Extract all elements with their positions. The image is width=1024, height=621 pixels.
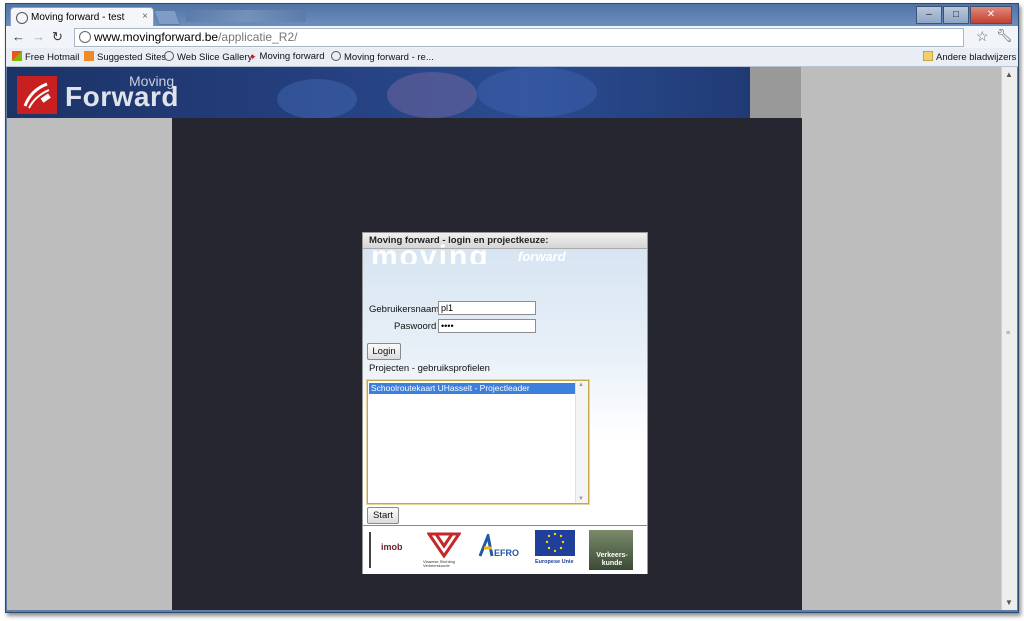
page-scrollbar[interactable]: ▲ ≡ ▼ [1001,67,1017,610]
globe-icon [331,51,341,61]
folder-icon [923,51,933,61]
browser-tab[interactable]: Moving forward - test × [10,7,154,27]
forward-icon[interactable]: → [32,29,45,44]
bookmark-moving-forward-re[interactable]: Moving forward - re... [331,51,434,63]
start-button[interactable]: Start [367,507,399,524]
header-right-block [750,67,801,118]
password-field[interactable]: •••• [438,319,536,333]
globe-icon [79,31,91,43]
header-glow [387,72,477,118]
globe-icon [16,12,28,24]
satellite-logo-icon [17,76,57,114]
login-dialog: Moving forward - login en projectkeuze: … [362,232,648,574]
eu-flag-logo: Europese Unie [535,530,577,570]
star-icon[interactable]: ☆ [976,28,989,45]
scroll-up-icon[interactable]: ▲ [578,382,584,388]
scroll-grip-icon[interactable]: ≡ [1006,330,1010,337]
satellite-icon: ✦ [249,52,257,62]
blurred-tabs [186,10,306,22]
list-item[interactable]: Schoolroutekaart UHasselt - Projectleade… [369,383,576,394]
header-glow [477,67,597,117]
browser-window: Moving forward - test × – □ ✕ ← → ↻ www.… [5,3,1019,613]
username-field[interactable]: pl1 [438,301,536,315]
maximize-icon[interactable]: □ [943,6,969,24]
title-bar: Moving forward - test × – □ ✕ [6,4,1018,27]
vsv-logo: Vlaamse Stichting Verkeerskunde [423,530,467,570]
password-label: Paswoord [394,321,437,332]
bookmark-moving-forward[interactable]: ✦ Moving forward [249,51,325,62]
verkeerskunde-logo: Verkeers-kunde [589,530,633,570]
bookmark-suggested-sites[interactable]: Suggested Sites [84,51,166,63]
page-content: Moving Forward Moving forward - login en… [7,67,1001,610]
header-glow [277,79,357,119]
projects-listbox[interactable]: Schoolroutekaart UHasselt - Projectleade… [367,380,589,504]
navigation-bar: ← → ↻ www.movingforward.be/applicatie_R2… [6,26,1018,48]
address-bar[interactable]: www.movingforward.be/applicatie_R2/ [74,28,964,47]
partner-logos: imob Vlaamse Stichting Verkeerskunde EFR… [363,525,647,574]
watermark-text: moving [371,242,490,264]
username-label: Gebruikersnaam [369,304,440,315]
projects-label: Projecten - gebruiksprofielen [369,363,490,374]
reload-icon[interactable]: ↻ [52,29,63,45]
bookmark-web-slice-gallery[interactable]: Web Slice Gallery [164,51,252,63]
scroll-down-icon[interactable]: ▼ [578,496,584,502]
site-header: Moving Forward [7,67,750,119]
listbox-scrollbar[interactable]: ▲ ▼ [575,381,588,503]
bookmark-free-hotmail[interactable]: Free Hotmail [12,51,79,63]
bookmarks-bar: Free Hotmail Suggested Sites Web Slice G… [6,48,1018,67]
minimize-icon[interactable]: – [916,6,942,24]
scroll-up-icon[interactable]: ▲ [1005,70,1013,79]
login-button[interactable]: Login [367,343,401,360]
url-text: www.movingforward.be/applicatie_R2/ [94,30,298,44]
imob-logo: imob [369,530,409,570]
other-bookmarks[interactable]: Andere bladwijzers [923,51,1016,63]
main-panel: Moving forward - login en projectkeuze: … [172,118,802,610]
suggested-sites-icon [84,51,94,61]
efro-logo: EFRO [478,530,524,570]
tab-title: Moving forward - test [31,12,125,23]
back-icon[interactable]: ← [12,29,25,44]
globe-icon [164,51,174,61]
window-controls: – □ ✕ [915,6,1012,24]
watermark-small-text: forward [518,249,566,264]
scroll-down-icon[interactable]: ▼ [1005,598,1013,607]
logo-text-forward: Forward [65,81,179,112]
wrench-icon[interactable]: 🔧︎ [996,28,1013,44]
tab-close-icon[interactable]: × [142,11,148,22]
close-icon[interactable]: ✕ [970,6,1012,24]
new-tab-button[interactable] [153,10,181,25]
windows-icon [12,51,22,61]
